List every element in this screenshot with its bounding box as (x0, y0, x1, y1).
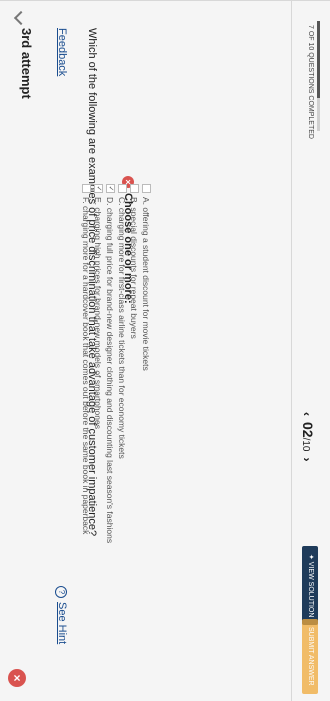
options-list: A. offering a student discount for movie… (80, 184, 152, 664)
footer-divider (291, 1, 292, 701)
option-f[interactable]: F. charging more for a hardcover book th… (81, 184, 92, 664)
feedback-link[interactable]: Feedback (56, 28, 68, 76)
option-e[interactable]: ✓ E. charging high prices for brand-new … (93, 184, 104, 664)
prev-question-button[interactable]: ‹ (300, 412, 314, 416)
checkbox[interactable]: ✓ (106, 184, 115, 193)
checkbox[interactable] (142, 184, 151, 193)
close-icon[interactable]: × (8, 669, 26, 687)
checkbox[interactable] (130, 184, 139, 193)
option-c[interactable]: C. charging more for first-class airline… (117, 184, 128, 664)
progress-bar (317, 21, 320, 131)
option-label: C. charging more for first-class airline… (117, 197, 128, 459)
checkbox[interactable] (118, 184, 127, 193)
chevron-down-icon[interactable] (13, 10, 29, 26)
page-current: 02 (300, 422, 316, 438)
see-hint-label: See Hint (56, 602, 68, 645)
option-label: D. charging full price for brand-new des… (105, 197, 116, 544)
question-card: 3rd attempt × Feedback ?See Hint Which o… (0, 0, 330, 701)
option-label: E. charging high prices for brand-new mo… (93, 197, 104, 429)
progress-fill (317, 21, 320, 98)
rotated-screen: 3rd attempt × Feedback ?See Hint Which o… (0, 0, 330, 701)
option-label: F. charging more for a hardcover book th… (81, 197, 92, 535)
page-total: /10 (300, 437, 311, 452)
hint-icon: ? (55, 586, 67, 598)
see-hint-link[interactable]: ? See Hint (55, 586, 68, 644)
next-question-button[interactable]: › (300, 457, 314, 461)
option-a[interactable]: A. offering a student discount for movie… (141, 184, 152, 664)
checkbox[interactable]: ✓ (94, 184, 103, 193)
view-solution-button[interactable]: ✦ VIEW SOLUTION (302, 546, 318, 626)
progress-label: 7 OF 10 QUESTIONS COMPLETED (307, 25, 314, 139)
question-pager: ‹ 02/10 › (300, 406, 316, 467)
option-label: A. offering a student discount for movie… (141, 197, 152, 371)
option-d[interactable]: ✓ D. charging full price for brand-new d… (105, 184, 116, 664)
option-label: B. special discounts for repeat buyers (129, 197, 140, 339)
attempt-title: 3rd attempt (19, 28, 34, 99)
submit-answer-button[interactable]: SUBMIT ANSWER (302, 619, 318, 694)
checkbox[interactable] (82, 184, 91, 193)
option-b[interactable]: B. special discounts for repeat buyers (129, 184, 140, 664)
